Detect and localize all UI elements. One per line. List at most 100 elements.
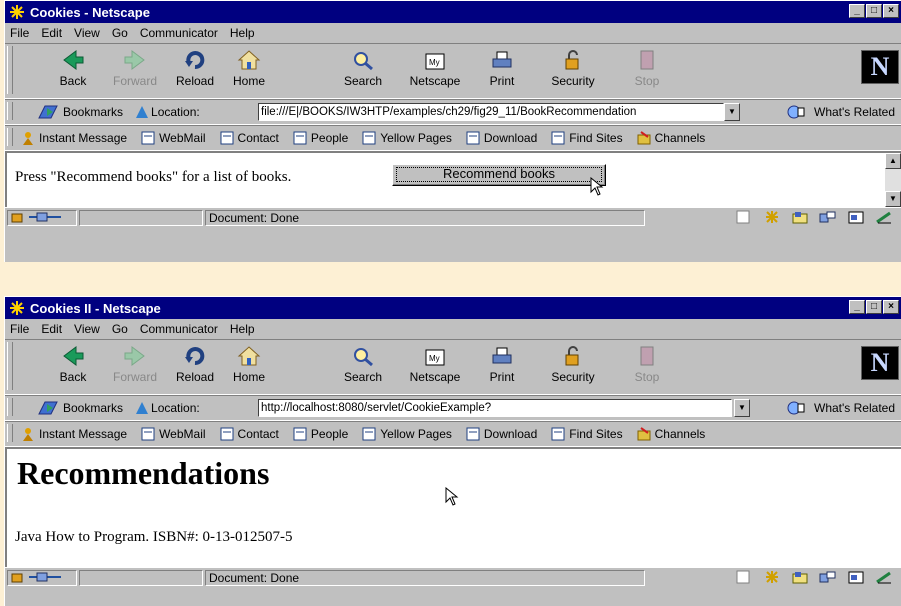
bookmarks-button[interactable]: Bookmarks <box>33 104 123 120</box>
url-dropdown-button[interactable]: ▼ <box>734 399 750 417</box>
people-label: People <box>310 131 349 145</box>
close-button[interactable]: × <box>883 300 899 314</box>
composer-icon[interactable] <box>875 570 893 584</box>
forward-button[interactable]: Forward <box>105 344 165 384</box>
home-button[interactable]: Home <box>219 48 279 88</box>
find-sites-button[interactable]: Find Sites <box>551 131 623 145</box>
people-button[interactable]: People <box>293 427 348 441</box>
instant-message-button[interactable]: Instant Message <box>21 427 127 441</box>
menu-go[interactable]: Go <box>112 26 128 40</box>
reload-button[interactable]: Reload <box>165 344 225 384</box>
home-button[interactable]: Home <box>219 344 279 384</box>
my-netscape-icon: My <box>422 344 448 368</box>
menu-edit[interactable]: Edit <box>41 322 62 336</box>
security-button[interactable]: Security <box>543 48 603 88</box>
discussion-icon[interactable] <box>819 570 837 584</box>
address-book-icon[interactable] <box>847 210 865 224</box>
recommend-books-button[interactable]: Recommend books <box>392 164 606 186</box>
minimize-button[interactable]: _ <box>849 300 865 314</box>
whats-related-icon <box>787 401 805 415</box>
discussion-icon[interactable] <box>819 210 837 224</box>
bookmarks-button[interactable]: Bookmarks <box>33 400 123 416</box>
menu-view[interactable]: View <box>74 322 100 336</box>
toolbar-grip[interactable] <box>7 424 13 442</box>
menu-help[interactable]: Help <box>230 26 255 40</box>
print-button[interactable]: Print <box>472 344 532 384</box>
search-button[interactable]: Search <box>333 344 393 384</box>
reload-button[interactable]: Reload <box>165 48 225 88</box>
maximize-button[interactable]: □ <box>866 4 882 18</box>
webmail-button[interactable]: WebMail <box>141 427 206 441</box>
search-label: Search <box>343 74 383 88</box>
print-button[interactable]: Print <box>472 48 532 88</box>
instant-message-button[interactable]: Instant Message <box>21 131 127 145</box>
stop-button[interactable]: Stop <box>617 344 677 384</box>
forward-button[interactable]: Forward <box>105 48 165 88</box>
security-status-cell[interactable] <box>7 570 77 586</box>
url-dropdown-button[interactable]: ▼ <box>724 103 740 121</box>
mail-icon[interactable] <box>791 570 809 584</box>
location-label-text: Location: <box>151 401 200 415</box>
menu-file[interactable]: File <box>10 26 29 40</box>
people-button[interactable]: People <box>293 131 348 145</box>
find-sites-button[interactable]: Find Sites <box>551 427 623 441</box>
netscape-throbber-logo[interactable]: N <box>861 50 899 84</box>
stop-button[interactable]: Stop <box>617 48 677 88</box>
contact-button[interactable]: Contact <box>220 427 279 441</box>
download-button[interactable]: Download <box>466 427 537 441</box>
toolbar-grip[interactable] <box>7 342 13 390</box>
menu-edit[interactable]: Edit <box>41 26 62 40</box>
navigator-icon[interactable] <box>763 210 781 224</box>
whats-related-button[interactable]: What's Related <box>786 104 895 120</box>
mail-icon[interactable] <box>791 210 809 224</box>
back-button[interactable]: Back <box>43 48 103 88</box>
netscape-button[interactable]: My Netscape <box>405 48 465 88</box>
contact-button[interactable]: Contact <box>220 131 279 145</box>
security-status-cell[interactable] <box>7 210 77 226</box>
netscape-throbber-logo[interactable]: N <box>861 346 899 380</box>
browser-window-1: Cookies - Netscape _ □ × File Edit View … <box>4 0 901 262</box>
stop-icon <box>634 344 660 368</box>
yellow-pages-button[interactable]: Yellow Pages <box>362 427 452 441</box>
reload-label: Reload <box>175 74 215 88</box>
menu-help[interactable]: Help <box>230 322 255 336</box>
maximize-button[interactable]: □ <box>866 300 882 314</box>
menu-communicator[interactable]: Communicator <box>140 322 218 336</box>
toolbar-grip[interactable] <box>7 128 13 146</box>
title-bar[interactable]: Cookies II - Netscape _ □ × <box>5 297 901 319</box>
close-button[interactable]: × <box>883 4 899 18</box>
url-input[interactable]: http://localhost:8080/servlet/CookieExam… <box>258 399 732 417</box>
search-button[interactable]: Search <box>333 48 393 88</box>
yellow-pages-button[interactable]: Yellow Pages <box>362 131 452 145</box>
navigator-icon[interactable] <box>763 570 781 584</box>
download-button[interactable]: Download <box>466 131 537 145</box>
scroll-down-button[interactable]: ▼ <box>885 191 901 207</box>
channels-button[interactable]: Channels <box>637 427 705 441</box>
menu-go[interactable]: Go <box>112 322 128 336</box>
menu-communicator[interactable]: Communicator <box>140 26 218 40</box>
toolbar-grip[interactable] <box>7 398 13 416</box>
toolbar-grip[interactable] <box>7 46 13 94</box>
composer-icon[interactable] <box>875 210 893 224</box>
title-bar[interactable]: Cookies - Netscape _ □ × <box>5 1 901 23</box>
url-input[interactable]: file:///E|/BOOKS/IW3HTP/examples/ch29/fi… <box>258 103 724 121</box>
scroll-up-button[interactable]: ▲ <box>885 153 901 169</box>
channels-button[interactable]: Channels <box>637 131 705 145</box>
menu-file[interactable]: File <box>10 322 29 336</box>
page-info-icon[interactable] <box>735 210 753 224</box>
minimize-button[interactable]: _ <box>849 4 865 18</box>
back-button[interactable]: Back <box>43 344 103 384</box>
menu-bar: File Edit View Go Communicator Help <box>5 319 901 339</box>
vertical-scrollbar[interactable]: ▲ ▼ <box>885 153 901 207</box>
back-label: Back <box>59 370 87 384</box>
netscape-button[interactable]: My Netscape <box>405 344 465 384</box>
scroll-track[interactable] <box>885 169 901 191</box>
toolbar-grip[interactable] <box>7 102 13 120</box>
channels-folder-icon <box>637 131 651 145</box>
page-info-icon[interactable] <box>735 570 753 584</box>
whats-related-button[interactable]: What's Related <box>786 400 895 416</box>
security-button[interactable]: Security <box>543 344 603 384</box>
webmail-button[interactable]: WebMail <box>141 131 206 145</box>
address-book-icon[interactable] <box>847 570 865 584</box>
menu-view[interactable]: View <box>74 26 100 40</box>
